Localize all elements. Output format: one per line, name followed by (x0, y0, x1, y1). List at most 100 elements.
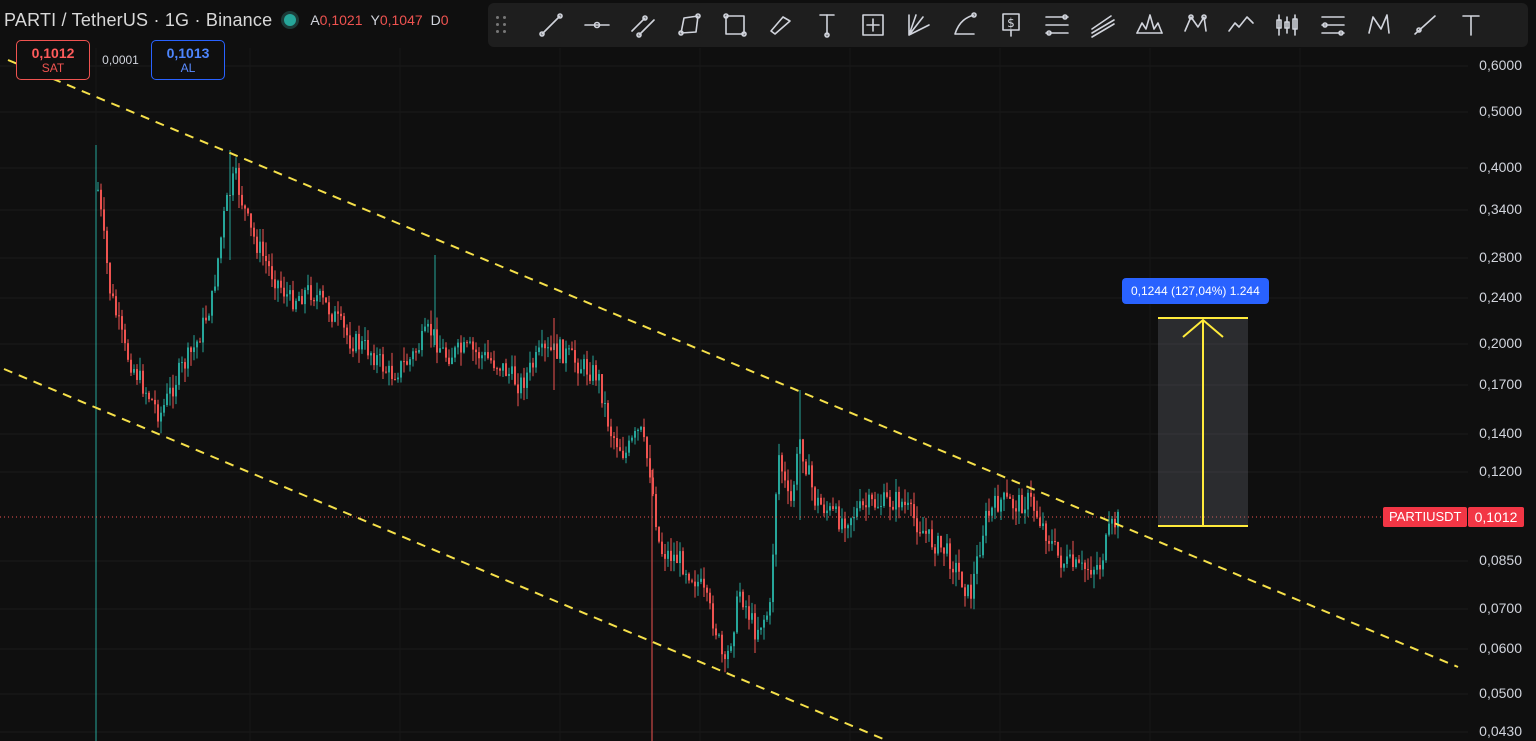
tool-button[interactable] (1126, 5, 1172, 45)
candle-body (415, 351, 417, 353)
ohlc-low-key: D (430, 12, 441, 28)
candle-body (589, 374, 591, 381)
candle-body (364, 340, 366, 342)
measure-tool[interactable] (1158, 317, 1248, 527)
buy-button[interactable]: 0,1013 AL (151, 40, 225, 80)
candle-body (826, 510, 828, 514)
candle-body (964, 587, 966, 597)
tool-button[interactable] (804, 5, 850, 45)
candle-body (781, 455, 783, 472)
candle-body (496, 368, 498, 370)
candle-body (1033, 496, 1035, 511)
price-axis-label: 0,0600 (1479, 640, 1522, 656)
candle-body (280, 280, 282, 288)
tool-button[interactable] (1448, 5, 1494, 45)
candle-body (778, 455, 780, 495)
candle-body (184, 362, 186, 369)
candle-body (190, 347, 192, 353)
candle-body (1069, 554, 1071, 557)
candle-body (793, 484, 795, 501)
tool-button[interactable] (1310, 5, 1356, 45)
tool-button[interactable] (896, 5, 942, 45)
candle-body (955, 562, 957, 573)
candle-body (916, 518, 918, 533)
candle-body (532, 362, 534, 368)
candle-body (388, 365, 390, 373)
sell-label: SAT (41, 61, 65, 75)
tool-button[interactable] (1402, 5, 1448, 45)
candle-body (397, 377, 399, 380)
candle-body (700, 578, 702, 582)
tool-button[interactable] (1356, 5, 1402, 45)
candle-body (175, 384, 177, 397)
candle-body (610, 426, 612, 437)
candle-body (850, 518, 852, 526)
candle-body (511, 366, 513, 374)
candle-body (1018, 494, 1020, 512)
candle-body (721, 634, 723, 655)
candle-body (256, 236, 258, 253)
tool-button[interactable] (1080, 5, 1126, 45)
sell-button[interactable]: 0,1012 SAT (16, 40, 90, 80)
tool-button[interactable]: $ (988, 5, 1034, 45)
candle-body (241, 194, 243, 206)
candle-body (1015, 508, 1017, 512)
candle-body (271, 266, 273, 280)
price-axis-label: 0,0850 (1479, 552, 1522, 568)
tool-button[interactable] (712, 5, 758, 45)
candle-body (97, 189, 99, 191)
xabcd-pattern-icon (1184, 14, 1207, 32)
candle-body (616, 438, 618, 448)
candle-body (424, 326, 426, 332)
candle-body (991, 507, 993, 516)
channel-lower-line[interactable] (3, 368, 889, 741)
candle-body (436, 329, 438, 353)
candle-body (910, 502, 912, 505)
candle-body (1060, 555, 1062, 568)
tool-button[interactable] (666, 5, 712, 45)
candle-body (493, 360, 495, 369)
tool-button[interactable] (1264, 5, 1310, 45)
toolbar-drag-handle[interactable] (496, 13, 510, 37)
ohlc-open-value: 0,1021 (319, 12, 363, 28)
candle-body (370, 353, 372, 356)
tool-button[interactable] (1218, 5, 1264, 45)
candle-body (670, 550, 672, 562)
candle-body (322, 290, 324, 298)
candle-body (880, 505, 882, 507)
candle-body (1066, 556, 1068, 564)
candle-body (949, 543, 951, 569)
price-axis-label: 0,4000 (1479, 159, 1522, 175)
fib-channel-icon (1091, 15, 1115, 38)
candle-body (457, 342, 459, 348)
tool-button[interactable] (620, 5, 666, 45)
candle-body (295, 300, 297, 310)
symbol-title[interactable]: PARTI / TetherUS · 1G · Binance (4, 10, 272, 31)
candle-body (247, 208, 249, 214)
candle-body (868, 494, 870, 508)
candle-body (268, 261, 270, 267)
candle-body (109, 263, 111, 294)
tool-button[interactable] (528, 5, 574, 45)
price-chart[interactable] (0, 0, 1536, 741)
candle-body (478, 352, 480, 359)
candle-body (1051, 541, 1053, 544)
candle-body (715, 628, 717, 636)
candle-body (736, 596, 738, 633)
candle-body (121, 316, 123, 330)
tool-button[interactable] (1172, 5, 1218, 45)
candle-body (253, 227, 255, 237)
candle-body (934, 547, 936, 554)
candle-body (814, 487, 816, 506)
candle-body (946, 543, 948, 554)
tool-button[interactable] (942, 5, 988, 45)
tool-button[interactable] (1034, 5, 1080, 45)
drawing-toolbar: $ (488, 3, 1528, 47)
elliott-wave-icon (1228, 16, 1254, 32)
candle-body (667, 550, 669, 559)
candle-body (1090, 569, 1092, 575)
tool-button[interactable] (574, 5, 620, 45)
tool-button[interactable] (758, 5, 804, 45)
candle-body (481, 355, 483, 359)
tool-button[interactable] (850, 5, 896, 45)
